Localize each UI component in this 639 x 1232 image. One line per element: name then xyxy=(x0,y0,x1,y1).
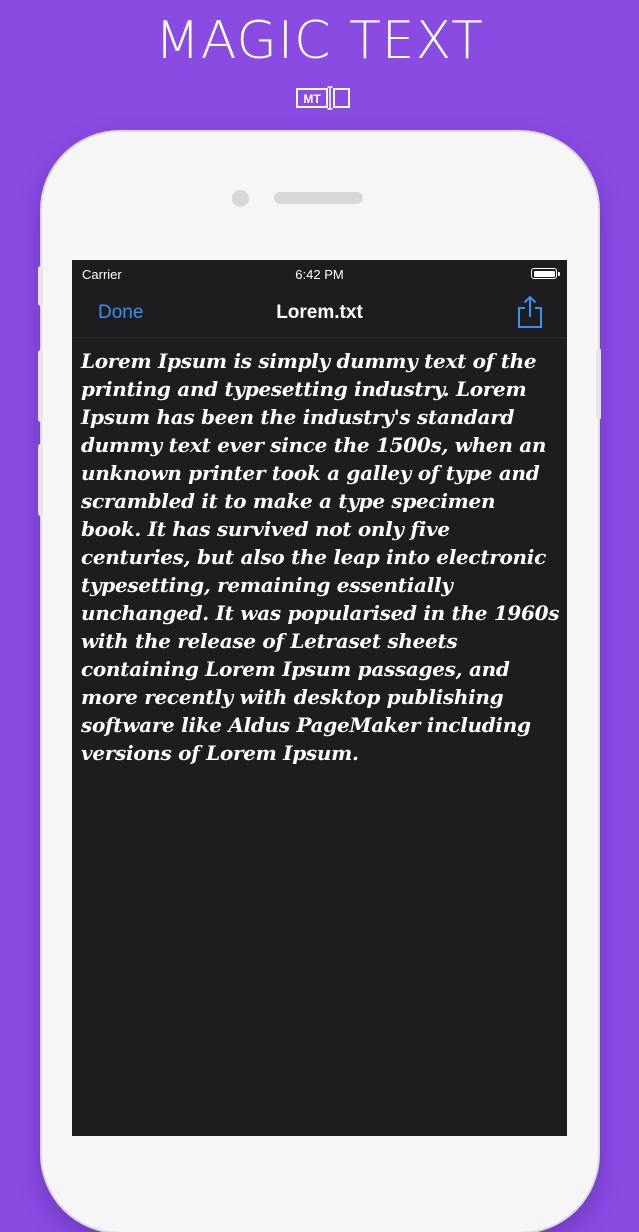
volume-down-button xyxy=(38,444,43,516)
share-button[interactable] xyxy=(515,294,545,330)
status-bar: Carrier 6:42 PM xyxy=(72,260,567,288)
power-button xyxy=(596,348,601,420)
status-time: 6:42 PM xyxy=(295,267,344,282)
document-title: Lorem.txt xyxy=(276,302,363,323)
volume-up-button xyxy=(38,350,43,422)
app-logo-icon: MT xyxy=(296,86,350,110)
promo-title: MAGIC TEXT xyxy=(154,11,485,71)
battery-level xyxy=(533,270,555,277)
front-camera xyxy=(232,190,249,207)
app-logo: MT xyxy=(296,84,352,112)
app-logo-text: MT xyxy=(303,92,321,106)
document-text-view[interactable]: Lorem Ipsum is simply dummy text of the … xyxy=(81,347,561,767)
mute-switch xyxy=(38,266,43,306)
share-icon xyxy=(518,295,542,328)
battery-icon xyxy=(531,268,560,279)
device-screen: Carrier 6:42 PM Done Lorem.txt Lorem Ips… xyxy=(72,260,567,1136)
earpiece-speaker xyxy=(274,192,363,204)
navigation-bar: Done Lorem.txt xyxy=(72,288,567,338)
